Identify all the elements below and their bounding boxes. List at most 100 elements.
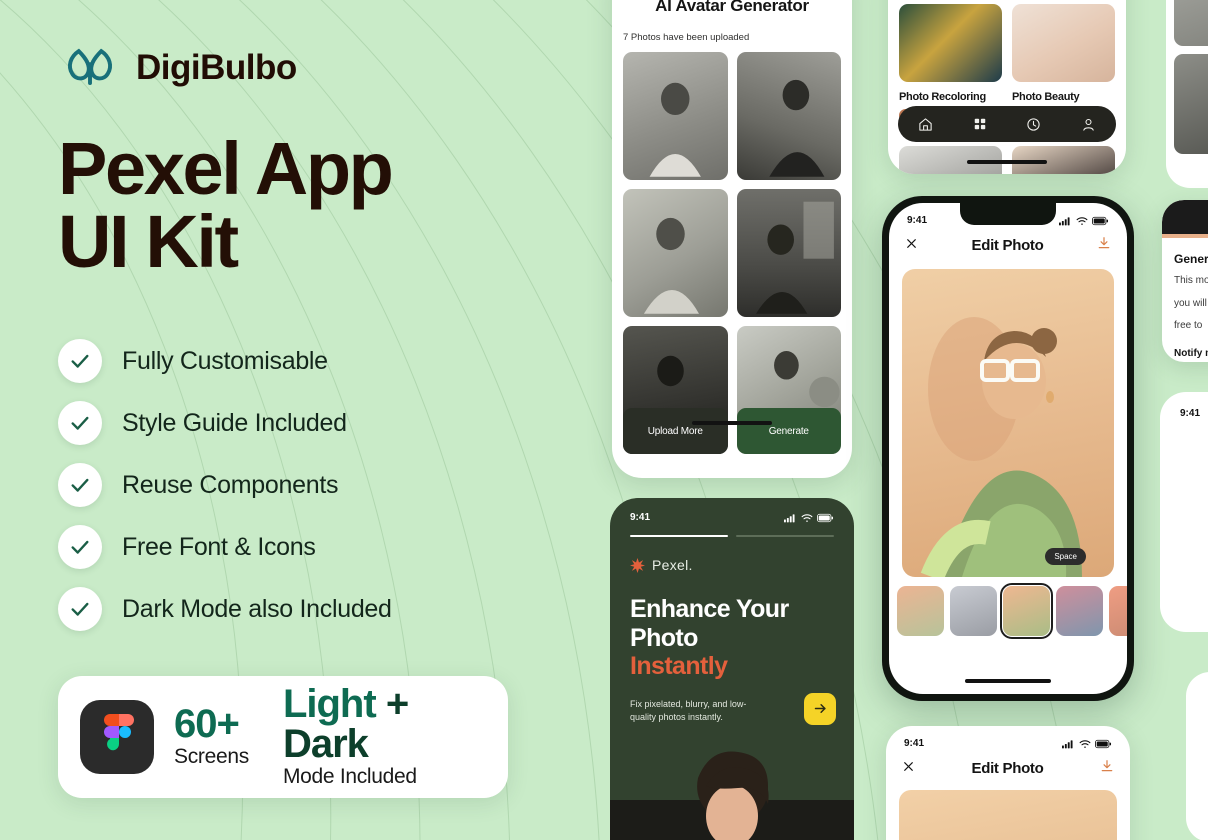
list-item: Style Guide Included [58, 392, 392, 454]
app-bar: Edit Photo [889, 226, 1127, 255]
status-time: 9:41 [630, 512, 651, 523]
mode-block: Light + Dark Mode Included [283, 684, 486, 790]
status-bar: 9:41 [886, 726, 1130, 749]
avatar-photo[interactable] [1174, 0, 1208, 46]
check-icon [58, 401, 102, 445]
list-item[interactable]: Photo Recoloring by Sara [899, 4, 1002, 122]
avatar-photo-grid: Upload More Generate [612, 43, 852, 454]
download-icon[interactable] [1100, 759, 1114, 778]
progress-step-inactive[interactable] [736, 535, 834, 537]
onboarding-heading: Enhance Your Photo Instantly [610, 573, 854, 681]
edit-photo-canvas[interactable]: Space [902, 269, 1114, 577]
signal-icon [1062, 739, 1073, 748]
mode-dark-label: Dark [282, 721, 369, 766]
filter-thumbnail[interactable] [950, 586, 997, 636]
download-icon[interactable] [1097, 236, 1111, 255]
status-time: 9:41 [904, 738, 925, 749]
dialog-body-line-2: you will [1174, 297, 1207, 309]
list-item: Reuse Components [58, 454, 392, 516]
status-time: 9:41 [907, 215, 928, 226]
battery-icon [1092, 216, 1109, 225]
mockup-right-bottom-partial [1186, 672, 1208, 840]
avatar-photo[interactable] [1174, 54, 1208, 154]
list-item[interactable]: Photo Beauty by Jonathan [1012, 4, 1115, 122]
mockup-right-phone-partial: 9:41 [1160, 392, 1208, 632]
avatar-screen-title: AI Avatar Generator [655, 0, 809, 15]
dialog-body-line-3: free to [1174, 320, 1203, 331]
check-icon [58, 587, 102, 631]
feature-label: Free Font & Icons [122, 532, 316, 561]
person-icon[interactable] [1081, 117, 1096, 132]
arrow-right-icon[interactable] [804, 692, 836, 725]
generate-button[interactable]: Generate [736, 408, 841, 454]
avatar-photo[interactable] [623, 189, 728, 317]
mockup-generate-dialog: Genera This mo you will free to Notify m [1162, 200, 1208, 362]
edit-photo-canvas[interactable] [899, 790, 1117, 840]
close-icon[interactable] [902, 760, 915, 778]
brand-lockup: DigiBulbo [60, 38, 297, 98]
home-icon[interactable] [918, 117, 933, 132]
feature-label: Dark Mode also Included [122, 594, 392, 623]
list-item: Fully Customisable [58, 330, 392, 392]
mockup-edit-photo-primary: 9:41 Edit Photo Space [882, 196, 1134, 701]
filter-thumbnail-selected[interactable] [1000, 583, 1053, 639]
filter-thumbnail[interactable] [1056, 586, 1103, 636]
onboarding-heading-line-1: Enhance Your [630, 595, 789, 623]
mockup-ai-avatar-generator: AI Avatar Generator 7 Photos have been u… [612, 0, 852, 478]
screens-label: Screens [174, 744, 249, 768]
mode-light-label: Light [282, 681, 377, 726]
onboarding-heading-accent: Instantly [630, 652, 728, 680]
avatar-photo-upload-more[interactable]: Upload More [623, 326, 728, 454]
onboarding-description: Fix pixelated, blurry, and low-quality p… [630, 698, 747, 723]
close-icon[interactable] [905, 237, 918, 255]
avatar-photo[interactable] [623, 52, 728, 180]
clock-icon[interactable] [1026, 117, 1041, 132]
digibulbo-logo-icon [68, 48, 112, 85]
onboarding-brand: Pexel. [610, 537, 854, 573]
status-icons [784, 513, 834, 523]
bottom-navigation-bar [898, 106, 1116, 142]
progress-step-active[interactable] [630, 535, 728, 537]
grid-icon[interactable] [973, 117, 987, 131]
avatar-photo[interactable] [736, 52, 841, 180]
headline-line-2: UI Kit [58, 200, 239, 284]
home-indicator [967, 160, 1047, 164]
signal-icon [784, 513, 795, 522]
card-thumbnail [1012, 4, 1115, 82]
brand-name: DigiBulbo [136, 48, 297, 87]
feature-label: Reuse Components [122, 470, 339, 499]
battery-icon [817, 513, 834, 522]
page-title: Pexel App UI Kit [58, 131, 394, 284]
feature-list: Fully Customisable Style Guide Included … [58, 330, 392, 640]
onboarding-brand-name: Pexel. [652, 557, 693, 573]
mockup-edit-photo-secondary: 9:41 Edit Photo [886, 726, 1130, 840]
battery-icon [1095, 739, 1112, 748]
wifi-icon [1079, 739, 1091, 748]
wifi-icon [1076, 216, 1088, 225]
upload-more-button[interactable]: Upload More [623, 408, 728, 454]
check-icon [58, 339, 102, 383]
mode-subtitle: Mode Included [282, 764, 417, 788]
feature-label: Style Guide Included [122, 408, 347, 437]
wifi-icon [801, 513, 813, 522]
mockup-discover-cards: Photo Recoloring by Sara Photo Beauty by… [888, 0, 1126, 174]
avatar-upload-status: 7 Photos have been uploaded [623, 32, 750, 43]
avatar-photo-generate[interactable]: Generate [736, 326, 841, 454]
mode-title: Light + Dark [283, 684, 486, 764]
filter-thumbnail[interactable] [1109, 586, 1127, 636]
mockup-photo-list-partial [1166, 0, 1208, 188]
list-item: Free Font & Icons [58, 516, 392, 578]
starburst-icon [630, 557, 645, 573]
avatar-photo[interactable] [736, 189, 841, 317]
home-indicator [965, 679, 1051, 683]
promo-card: 60+ Screens Light + Dark Mode Included [58, 676, 508, 798]
status-icons [1059, 216, 1109, 226]
card-title: Photo Beauty [1012, 91, 1080, 103]
dialog-notify-link[interactable]: Notify m [1162, 334, 1208, 359]
phone-notch [960, 203, 1056, 225]
mockup-onboarding-enhance: 9:41 Pexel. Enhance Your Photo Instantly… [610, 498, 854, 840]
figma-logo-icon [80, 700, 154, 774]
screens-count-block: 60+ Screens [174, 704, 249, 770]
discover-card-row: Photo Recoloring by Sara Photo Beauty by… [888, 4, 1126, 122]
filter-thumbnail[interactable] [897, 586, 944, 636]
